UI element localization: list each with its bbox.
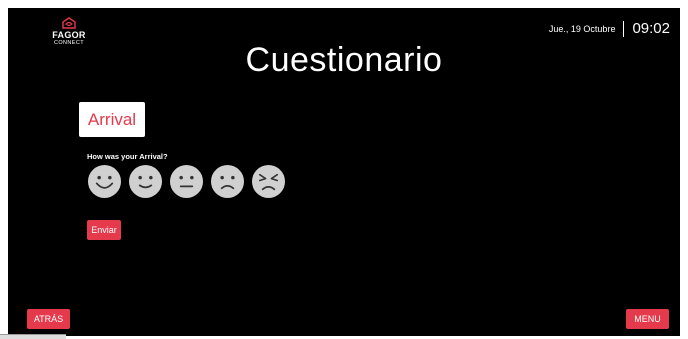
happy-face-icon[interactable] bbox=[128, 164, 163, 199]
angry-face-icon[interactable] bbox=[251, 164, 286, 199]
fagor-logo-icon bbox=[62, 17, 76, 29]
very-happy-face-icon[interactable] bbox=[87, 164, 122, 199]
time-text: 09:02 bbox=[632, 20, 670, 37]
kiosk-screen: FAGOR CONNECT Jue., 19 Octubre 09:02 Cue… bbox=[8, 8, 680, 336]
date-text: Jue., 19 Octubre bbox=[548, 23, 616, 34]
rating-faces bbox=[87, 164, 286, 199]
datetime-divider bbox=[623, 20, 625, 37]
sad-face-icon[interactable] bbox=[210, 164, 245, 199]
question-text: How was your Arrival? bbox=[87, 152, 168, 161]
section-label: Arrival bbox=[87, 109, 137, 129]
browser-status-bar bbox=[0, 334, 66, 339]
brand-name: FAGOR bbox=[52, 30, 86, 40]
back-button[interactable]: ATRÁS bbox=[27, 309, 70, 329]
section-card: Arrival bbox=[79, 102, 145, 137]
datetime: Jue., 19 Octubre 09:02 bbox=[549, 20, 670, 37]
menu-button[interactable]: MENU bbox=[626, 309, 669, 329]
page-title: Cuestionario bbox=[245, 41, 443, 79]
neutral-face-icon[interactable] bbox=[169, 164, 204, 199]
send-button[interactable]: Enviar bbox=[87, 220, 121, 240]
